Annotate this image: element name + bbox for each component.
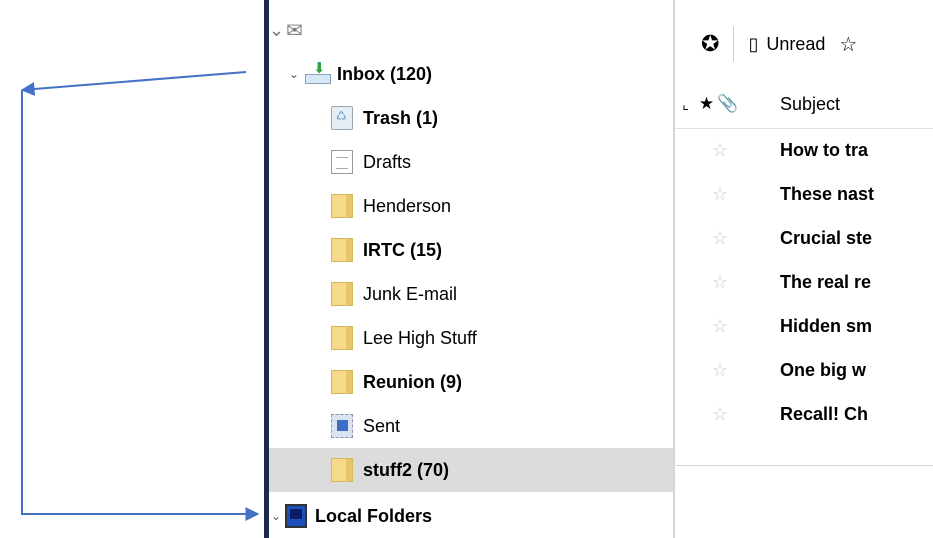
folder-stuff2[interactable]: stuff2 (70) (269, 448, 673, 492)
message-subject: These nast (780, 183, 875, 204)
sent-icon (331, 414, 353, 438)
folder-lee-high-stuff[interactable]: Lee High Stuff (269, 316, 673, 360)
message-subject: Recall! Ch (780, 403, 869, 424)
folder-icon (331, 238, 353, 262)
message-row[interactable]: ☆ Crucial ste (675, 216, 933, 260)
folder-label: Trash (1) (363, 107, 439, 128)
folder-local-folders[interactable]: ⌄ Local Folders (269, 494, 673, 538)
message-subject: The real re (780, 271, 872, 292)
message-pane-divider[interactable] (675, 465, 933, 466)
folder-icon (331, 194, 353, 218)
inbox-icon (305, 59, 331, 86)
star-icon[interactable]: ☆ (700, 228, 740, 249)
star-column-icon[interactable]: ★ (696, 94, 717, 114)
star-icon[interactable]: ☆ (700, 360, 740, 381)
message-row[interactable]: ☆ One big w (675, 348, 933, 392)
folder-icon (331, 326, 353, 350)
account-row[interactable]: ⌄ ✉ (269, 18, 595, 43)
trash-icon (331, 106, 353, 130)
message-row[interactable]: ☆ These nast (675, 172, 933, 216)
pin-icon[interactable]: ✪ (701, 31, 719, 57)
attachment-column-icon[interactable]: 📎 (717, 94, 738, 114)
bookmark-icon: ▯ (748, 33, 759, 54)
star-icon[interactable]: ☆ (700, 140, 740, 161)
folder-label: Local Folders (315, 505, 433, 526)
message-subject: Crucial ste (780, 227, 873, 248)
folder-henderson[interactable]: Henderson (269, 184, 673, 228)
folder-label: Reunion (9) (363, 371, 462, 392)
folder-label: Henderson (363, 195, 452, 216)
star-icon[interactable]: ☆ (700, 404, 740, 425)
unread-filter-button[interactable]: ▯ Unread (748, 34, 825, 55)
drafts-icon (331, 150, 353, 174)
message-subject: How to tra (780, 139, 868, 160)
message-row[interactable]: ☆ Recall! Ch (675, 392, 933, 436)
message-row[interactable]: ☆ Hidden sm (675, 304, 933, 348)
folder-trash[interactable]: Trash (1) (269, 96, 673, 140)
chevron-down-icon[interactable]: ⌄ (269, 509, 283, 523)
message-row[interactable]: ☆ The real re (675, 260, 933, 304)
folder-drafts[interactable]: Drafts (269, 140, 673, 184)
star-filter-icon[interactable]: ☆ (839, 32, 857, 57)
folder-inbox[interactable]: ⌄ Inbox (120) (269, 52, 673, 96)
message-row[interactable]: ☆ How to tra (675, 128, 933, 172)
folder-reunion[interactable]: Reunion (9) (269, 360, 673, 404)
folder-label: Inbox (120) (337, 63, 433, 84)
quick-filter-toolbar: ✪ ▯ Unread ☆ (675, 20, 933, 68)
folder-sent[interactable]: Sent (269, 404, 673, 448)
message-subject: One big w (780, 359, 867, 380)
message-list-header: ⌞ ★ 📎 Subject (675, 80, 933, 129)
unread-label: Unread (766, 33, 826, 54)
folder-junk[interactable]: Junk E-mail (269, 272, 673, 316)
folder-label: IRTC (15) (363, 239, 443, 260)
chevron-down-icon[interactable]: ⌄ (287, 67, 301, 81)
folder-icon (331, 282, 353, 306)
folder-irtc[interactable]: IRTC (15) (269, 228, 673, 272)
folder-label: Drafts (363, 151, 412, 172)
toolbar-separator (733, 26, 735, 62)
star-icon[interactable]: ☆ (700, 184, 740, 205)
envelope-icon: ✉ (286, 20, 303, 42)
star-icon[interactable]: ☆ (700, 316, 740, 337)
folder-pane: ⌄ ✉ ⌄ Inbox (120) Trash (1) Drafts Hende… (269, 0, 673, 538)
folder-label: Junk E-mail (363, 283, 458, 304)
thread-column-icon[interactable]: ⌞ (675, 96, 696, 113)
folder-icon (331, 370, 353, 394)
computer-icon (285, 504, 307, 528)
account-name (350, 19, 595, 42)
star-icon[interactable]: ☆ (700, 272, 740, 293)
folder-label: Sent (363, 415, 401, 436)
folder-icon (331, 458, 353, 482)
chevron-down-icon[interactable]: ⌄ (269, 20, 284, 41)
subject-column-header[interactable]: Subject (780, 94, 840, 115)
folder-label: stuff2 (70) (363, 459, 450, 480)
folder-label: Lee High Stuff (363, 327, 477, 348)
message-pane: ✪ ▯ Unread ☆ ⌞ ★ 📎 Subject ☆ How to tra … (675, 0, 933, 538)
message-subject: Hidden sm (780, 315, 873, 336)
